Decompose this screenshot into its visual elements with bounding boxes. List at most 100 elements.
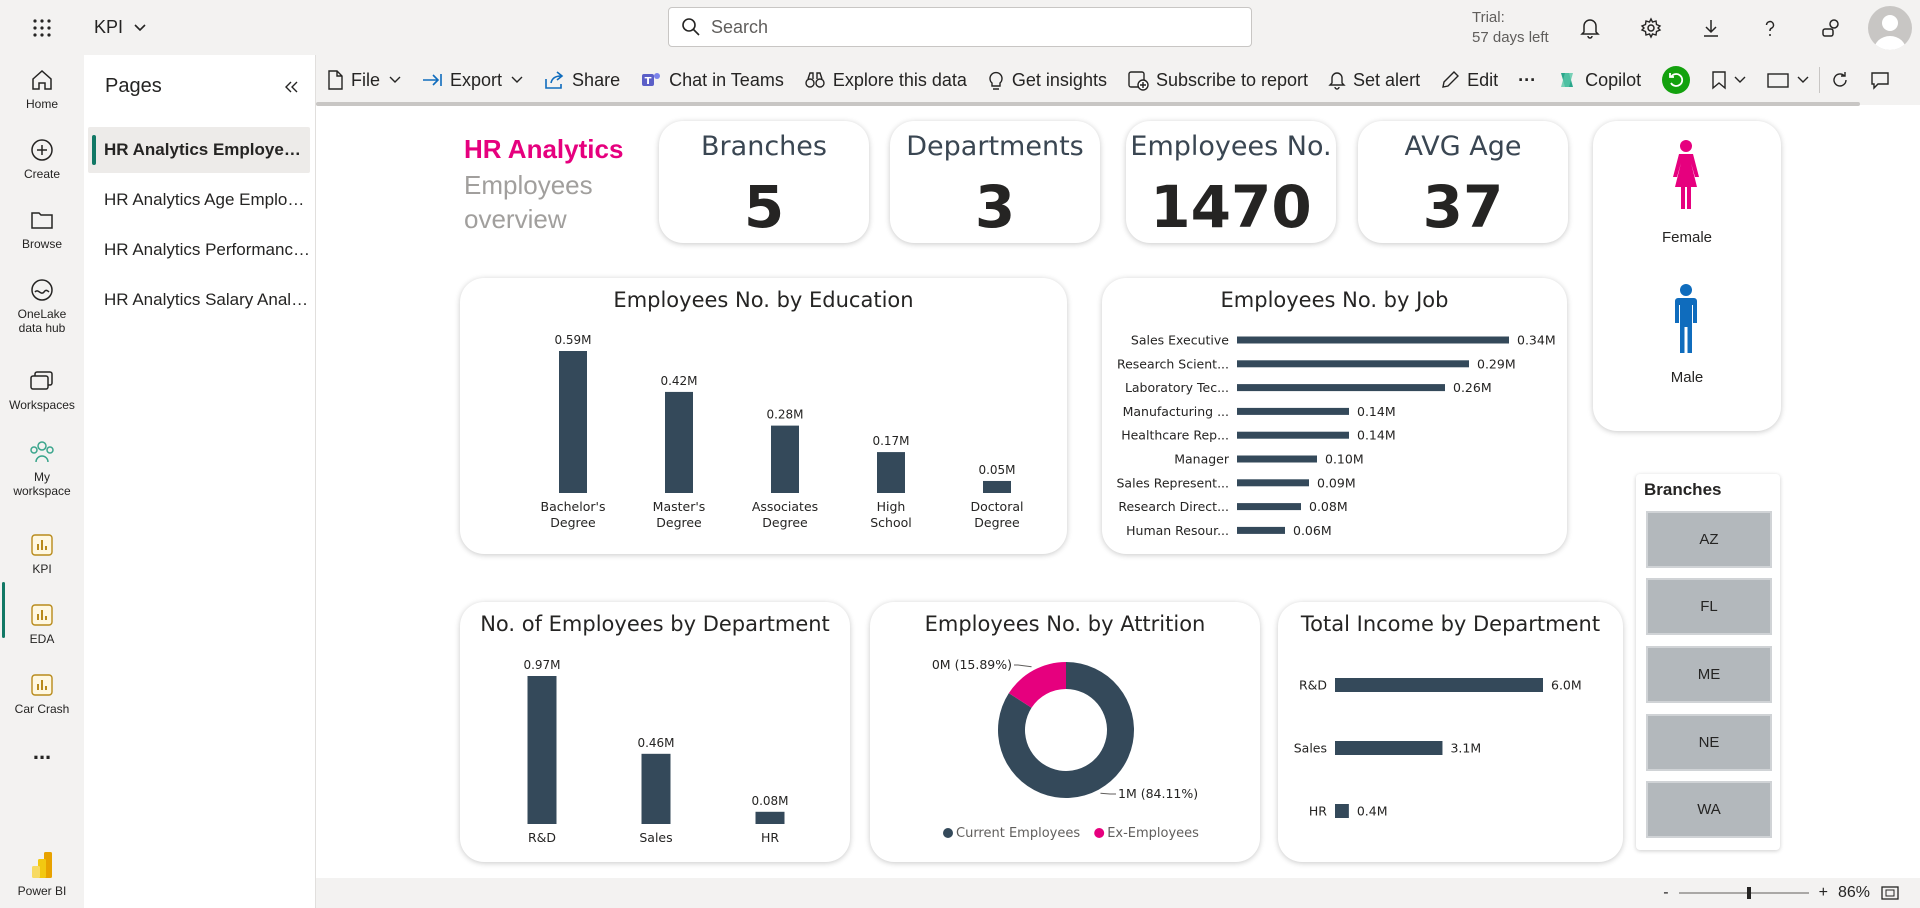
reset-button[interactable] <box>1651 60 1701 100</box>
feedback-icon[interactable] <box>1816 13 1846 43</box>
female-icon <box>1673 140 1699 209</box>
nav-create[interactable]: Create <box>0 137 84 181</box>
kpi-card-avg-age[interactable]: AVG Age 37 <box>1358 121 1568 243</box>
nav-car-crash[interactable]: Car Crash <box>0 672 84 716</box>
settings-gear-icon[interactable] <box>1636 13 1666 43</box>
attrition-chart-card[interactable]: Employees No. by Attrition 1M (84.11%) 0M… <box>870 602 1260 862</box>
comments-button[interactable] <box>1860 60 1900 100</box>
bar <box>1237 407 1349 415</box>
page-item-age-analysis[interactable]: HR Analytics Age Employees Analysis <box>88 177 310 223</box>
kpi-label: Departments <box>906 131 1084 162</box>
copilot-label: Copilot <box>1585 69 1642 90</box>
nav-kpi-label: KPI <box>32 562 52 576</box>
kpi-card-departments[interactable]: Departments 3 <box>890 121 1100 243</box>
set-alert-button[interactable]: Set alert <box>1318 60 1430 100</box>
alert-label: Set alert <box>1353 69 1421 90</box>
page-item-performance[interactable]: HR Analytics Performance Analysis <box>88 227 310 273</box>
pencil-icon <box>1442 71 1460 88</box>
bar <box>665 391 693 493</box>
page-item-salary[interactable]: HR Analytics Salary Analysis <box>88 277 310 323</box>
leader-line <box>1100 792 1116 795</box>
bar <box>559 351 587 493</box>
nav-kpi[interactable]: KPI <box>0 532 84 576</box>
nav-more-button[interactable]: ... <box>0 741 84 763</box>
chat-label: Chat in Teams <box>669 69 784 90</box>
education-chart-card[interactable]: Employees No. by Education 0.59M Bachelor… <box>460 278 1067 554</box>
download-icon[interactable] <box>1696 13 1726 43</box>
job-chart-card[interactable]: Employees No. by Job Sales Executive 0.34… <box>1102 278 1567 554</box>
data-label: 0.26M <box>1453 380 1492 395</box>
category-label: Doctoral <box>971 499 1024 514</box>
collapse-pane-button[interactable] <box>276 73 304 101</box>
explore-data-button[interactable]: Explore this data <box>794 60 977 100</box>
home-icon <box>32 69 52 90</box>
zoom-out-button[interactable]: - <box>1663 884 1668 902</box>
search-input[interactable] <box>711 16 1211 38</box>
view-button[interactable] <box>1756 60 1819 100</box>
category-label: Associates <box>752 499 818 514</box>
get-insights-button[interactable]: Get insights <box>977 60 1117 100</box>
kpi-card-employees[interactable]: Employees No. 1470 <box>1126 121 1336 243</box>
notifications-icon[interactable] <box>1575 13 1605 43</box>
kpi-card-branches[interactable]: Branches 5 <box>659 121 869 243</box>
slicer-item-az[interactable]: AZ <box>1646 511 1772 568</box>
app-launcher-icon[interactable] <box>0 18 84 38</box>
subscribe-button[interactable]: Subscribe to report <box>1117 60 1318 100</box>
category-label: Master's <box>653 499 706 514</box>
category-label: Sales Represent... <box>1117 475 1230 490</box>
bookmark-button[interactable] <box>1701 60 1756 100</box>
chevron-down-icon <box>389 76 401 83</box>
nav-workspaces[interactable]: Workspaces <box>0 368 84 412</box>
share-button[interactable]: Share <box>533 60 630 100</box>
nav-browse[interactable]: Browse <box>0 207 84 251</box>
horizontal-scrollbar[interactable] <box>316 102 1860 106</box>
copilot-button[interactable]: Copilot <box>1546 60 1651 100</box>
help-icon[interactable] <box>1755 13 1785 43</box>
female-label: Female <box>1661 229 1713 246</box>
nav-power-bi-label: Power BI <box>17 884 67 898</box>
page-item-employees-overview[interactable]: HR Analytics Employees Overview <box>88 127 310 173</box>
bar <box>1335 741 1443 755</box>
nav-home[interactable]: Home <box>0 67 84 111</box>
more-options-button[interactable]: ··· <box>1508 60 1546 100</box>
income-chart-card[interactable]: Total Income by Department R&D 6.0M Sales 3… <box>1278 602 1623 862</box>
slicer-item-fl[interactable]: FL <box>1646 578 1772 635</box>
search-box[interactable] <box>668 7 1252 47</box>
workspace-switcher[interactable]: KPI <box>94 17 147 38</box>
edit-button[interactable]: Edit <box>1430 60 1508 100</box>
file-menu-button[interactable]: File <box>316 60 411 100</box>
category-label: Degree <box>974 515 1020 530</box>
nav-workspaces-label: Workspaces <box>9 398 75 412</box>
report-toolbar: File Export Share T Chat in Teams Explor… <box>316 55 1920 105</box>
slicer-item-ne[interactable]: NE <box>1646 714 1772 771</box>
trial-status[interactable]: Trial: 57 days left <box>1472 8 1549 48</box>
zoom-slider[interactable] <box>1678 885 1809 901</box>
attrition-donut-chart: 1M (84.11%) 0M (15.89%) Current Employees E… <box>932 657 1199 841</box>
branches-slicer: Branches AZ FL ME NE WA <box>1636 474 1780 850</box>
refresh-button[interactable] <box>1819 67 1860 93</box>
refresh-icon <box>1833 72 1847 87</box>
data-label: 3.1M <box>1450 741 1481 756</box>
zoom-in-button[interactable]: + <box>1819 884 1828 902</box>
nav-onelake[interactable]: OneLake data hub <box>0 277 84 335</box>
gender-card[interactable]: Female Male <box>1593 121 1781 431</box>
export-menu-button[interactable]: Export <box>411 60 533 100</box>
nav-my-workspace-label: My workspace <box>13 470 71 498</box>
nav-power-bi[interactable]: Power BI <box>0 850 84 898</box>
nav-my-workspace[interactable]: My workspace <box>0 438 84 498</box>
chat-in-teams-button[interactable]: T Chat in Teams <box>630 60 794 100</box>
user-avatar[interactable] <box>1868 6 1912 50</box>
view-icon <box>1767 73 1789 88</box>
onelake-icon <box>31 279 53 301</box>
subscribe-label: Subscribe to report <box>1155 69 1309 90</box>
data-label: 0M (15.89%) <box>932 657 1012 672</box>
status-bar: - + 86% <box>316 878 1920 908</box>
data-label: 6.0M <box>1551 678 1582 693</box>
fit-to-page-icon[interactable] <box>1880 885 1900 901</box>
nav-eda[interactable]: EDA <box>0 602 84 646</box>
slicer-item-me[interactable]: ME <box>1646 646 1772 703</box>
category-label: R&D <box>1299 678 1327 693</box>
nav-home-label: Home <box>25 97 58 111</box>
slicer-item-wa[interactable]: WA <box>1646 781 1772 838</box>
department-chart-card[interactable]: No. of Employees by Department 0.97M R&D 0… <box>460 602 850 862</box>
